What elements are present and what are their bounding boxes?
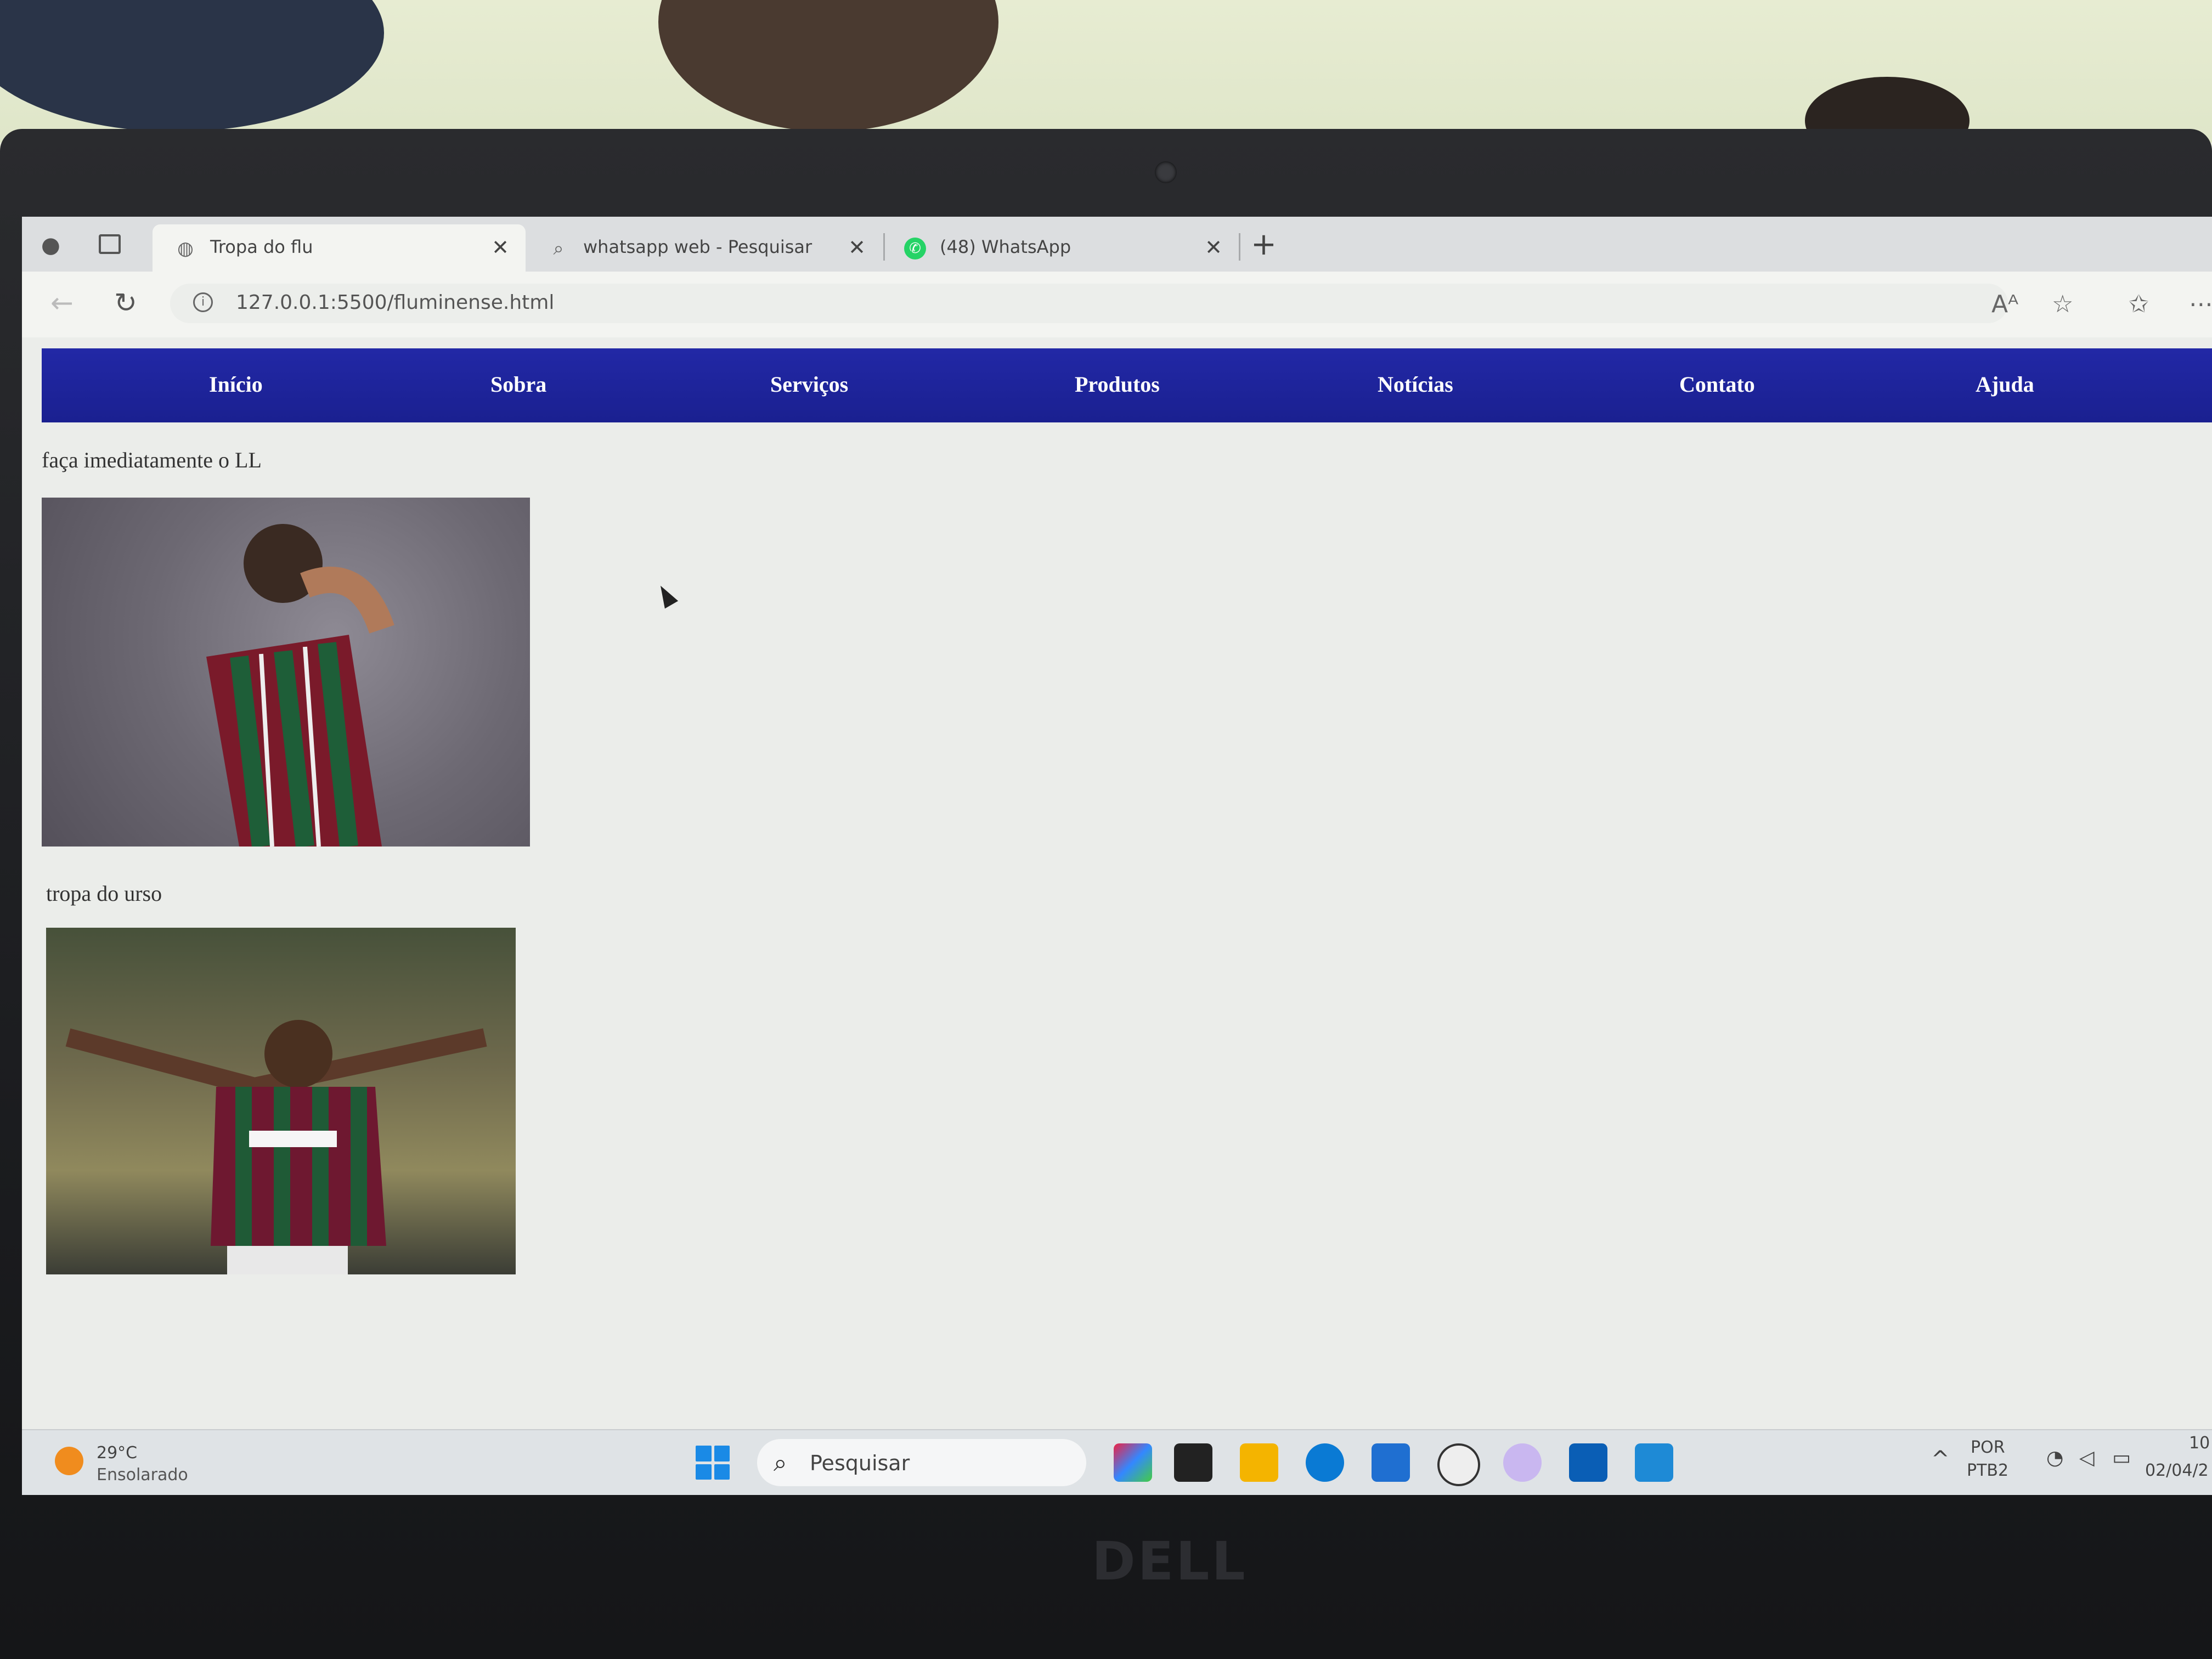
tab-whatsapp-search[interactable]: ⌕ whatsapp web - Pesquisar ✕: [526, 224, 882, 272]
back-arrow-icon[interactable]: ←: [50, 287, 74, 319]
mouse-pointer-icon: [653, 582, 679, 609]
new-tab-button[interactable]: +: [1251, 227, 1277, 262]
windows-logo-icon: [696, 1446, 712, 1462]
caption-second-photo: tropa do urso: [46, 881, 162, 906]
player-photo-2: [46, 928, 516, 1274]
search-label: Pesquisar: [810, 1451, 910, 1475]
chevron-up-icon[interactable]: ^: [1931, 1447, 1950, 1472]
wifi-icon[interactable]: ◔: [2046, 1447, 2063, 1469]
nav-link-ajuda[interactable]: Ajuda: [1976, 371, 2034, 397]
outlook-icon[interactable]: [1569, 1443, 1607, 1482]
tab-title: whatsapp web - Pesquisar: [583, 236, 812, 257]
nav-link-inicio[interactable]: Início: [209, 371, 263, 397]
nav-link-contato[interactable]: Contato: [1679, 371, 1755, 397]
favorites-icon[interactable]: ✩: [2129, 290, 2149, 318]
nav-link-produtos[interactable]: Produtos: [1075, 371, 1160, 397]
search-icon: ⌕: [774, 1449, 787, 1477]
nav-link-sobra[interactable]: Sobra: [490, 371, 546, 397]
player-photo-1: [42, 498, 530, 847]
caption-first-photo: faça imediatamente o LL: [42, 448, 262, 472]
close-tab-icon[interactable]: ✕: [848, 235, 866, 259]
laptop-logo: DELL: [1092, 1531, 1248, 1592]
tab-divider: [1239, 233, 1240, 261]
url-text[interactable]: 127.0.0.1:5500/fluminense.html: [236, 291, 554, 314]
profile-icon[interactable]: ●: [41, 233, 65, 257]
copilot-icon[interactable]: [1114, 1443, 1152, 1482]
address-bar[interactable]: i 127.0.0.1:5500/fluminense.html: [170, 284, 2008, 323]
word-app-icon[interactable]: [1503, 1443, 1542, 1482]
tab-tropa-do-flu[interactable]: ◍ Tropa do flu ✕: [153, 224, 526, 272]
whatsapp-icon: ✆: [904, 238, 926, 259]
tab-title: (48) WhatsApp: [940, 236, 1071, 257]
tab-actions-icon[interactable]: [99, 234, 121, 254]
dell-app-icon[interactable]: [1437, 1443, 1480, 1486]
nav-link-servicos[interactable]: Serviços: [770, 371, 848, 397]
weather-temperature: 29°C: [97, 1443, 138, 1463]
microsoft-store-icon[interactable]: [1372, 1443, 1410, 1482]
vscode-icon[interactable]: [1635, 1443, 1673, 1482]
site-navbar: Início Sobra Serviços Produtos Notícias …: [42, 348, 2212, 422]
tab-whatsapp[interactable]: ✆ (48) WhatsApp ✕: [882, 224, 1239, 272]
windows-taskbar: 29°C Ensolarado ⌕ Pesquisar ^ POR PTB2 ◔…: [22, 1429, 2212, 1495]
search-icon: ⌕: [553, 238, 564, 259]
read-aloud-icon[interactable]: Aᴬ: [1991, 290, 2018, 318]
more-menu-icon[interactable]: ⋯: [2189, 290, 2212, 318]
windows-logo-icon: [696, 1464, 712, 1480]
windows-logo-icon: [714, 1446, 730, 1462]
reload-icon[interactable]: ↻: [114, 287, 137, 319]
edge-browser-icon[interactable]: [1306, 1443, 1344, 1482]
browser-toolbar: ← ↻ i 127.0.0.1:5500/fluminense.html Aᴬ …: [22, 272, 2212, 337]
weather-description: Ensolarado: [97, 1465, 188, 1485]
globe-icon: ◍: [177, 238, 194, 259]
laptop-screen: ● ◍ Tropa do flu ✕ ⌕ whatsapp web - Pesq…: [22, 217, 2212, 1495]
taskbar-search[interactable]: ⌕ Pesquisar: [757, 1439, 1086, 1486]
close-tab-icon[interactable]: ✕: [1205, 235, 1222, 259]
keyboard-layout[interactable]: PTB2: [1967, 1461, 2008, 1480]
file-explorer-icon[interactable]: [1240, 1443, 1278, 1482]
site-info-icon[interactable]: i: [193, 292, 213, 312]
clock-date[interactable]: 02/04/2: [2145, 1461, 2209, 1480]
favorite-star-icon[interactable]: ☆: [2052, 290, 2073, 318]
tab-title: Tropa do flu: [210, 236, 313, 257]
battery-icon[interactable]: ▭: [2112, 1447, 2131, 1469]
language-indicator[interactable]: POR: [1971, 1438, 2005, 1457]
web-page: Início Sobra Serviços Produtos Notícias …: [22, 337, 2212, 1429]
nav-link-noticias[interactable]: Notícias: [1378, 371, 1453, 397]
volume-muted-icon[interactable]: ◁: [2079, 1447, 2095, 1469]
browser-tabstrip: ● ◍ Tropa do flu ✕ ⌕ whatsapp web - Pesq…: [22, 217, 2212, 272]
webcam-icon: [1155, 161, 1177, 183]
close-tab-icon[interactable]: ✕: [492, 235, 509, 259]
task-view-icon[interactable]: [1174, 1443, 1212, 1482]
clock-time[interactable]: 10: [2189, 1434, 2210, 1453]
start-button[interactable]: [696, 1446, 730, 1480]
windows-logo-icon: [714, 1464, 730, 1480]
sun-icon: [55, 1447, 83, 1475]
